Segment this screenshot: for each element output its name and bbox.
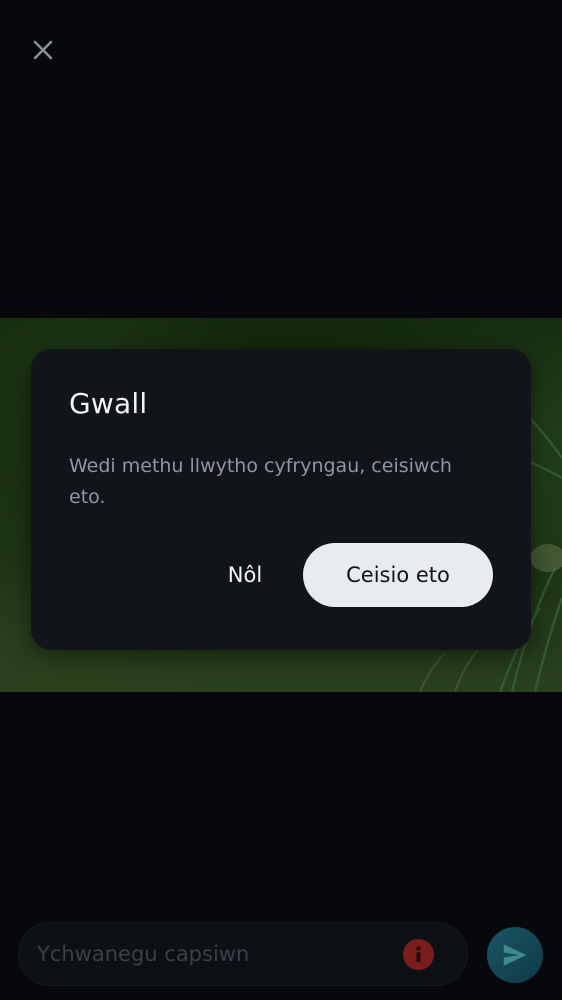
caption-input[interactable] xyxy=(37,923,397,985)
retry-button[interactable]: Ceisio eto xyxy=(303,543,493,607)
close-icon xyxy=(33,40,53,60)
media-preview-screen: Gwall Wedi methu llwytho cyfryngau, ceis… xyxy=(0,0,562,1000)
error-dialog: Gwall Wedi methu llwytho cyfryngau, ceis… xyxy=(31,349,531,650)
info-icon[interactable] xyxy=(403,939,434,970)
caption-bar xyxy=(18,922,468,986)
dialog-title: Gwall xyxy=(69,387,148,420)
back-button[interactable]: Nôl xyxy=(209,543,281,607)
send-button[interactable] xyxy=(487,927,543,983)
close-button[interactable] xyxy=(26,33,60,67)
info-glyph xyxy=(416,946,421,963)
dialog-message: Wedi methu llwytho cyfryngau, ceisiwch e… xyxy=(69,455,452,508)
send-icon xyxy=(503,944,527,966)
